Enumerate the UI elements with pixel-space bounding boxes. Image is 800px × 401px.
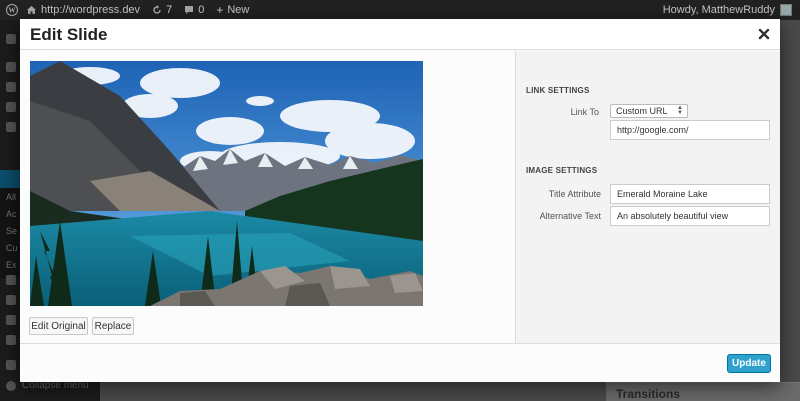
- sidebar-submenu: All Ac Se Cu Ex: [0, 188, 20, 278]
- wordpress-logo-icon[interactable]: W: [6, 4, 18, 16]
- settings-icon: [6, 335, 16, 345]
- close-icon[interactable]: [757, 27, 771, 41]
- media-icon: [6, 82, 16, 92]
- tools-icon: [6, 275, 16, 285]
- submenu-item: Cu: [6, 243, 18, 253]
- site-link[interactable]: http://wordpress.dev: [26, 4, 140, 16]
- svg-text:W: W: [9, 7, 16, 15]
- edit-original-button[interactable]: Edit Original: [29, 317, 88, 335]
- link-settings-heading: LINK SETTINGS: [526, 86, 590, 95]
- transitions-panel: Transitions: [606, 382, 800, 401]
- comment-icon: [185, 6, 194, 14]
- howdy-text: Howdy, MatthewRuddy: [662, 4, 775, 16]
- pages-icon: [6, 102, 16, 112]
- pin-icon: [6, 62, 16, 72]
- replace-button[interactable]: Replace: [92, 317, 134, 335]
- edit-slide-modal: Edit Slide Edit Original Replace LINK SE…: [20, 19, 780, 382]
- users-icon: [6, 315, 16, 325]
- comments-link[interactable]: 0: [184, 4, 204, 16]
- image-settings-heading: IMAGE SETTINGS: [526, 166, 598, 175]
- slide-image-preview: [30, 61, 423, 306]
- plugins-icon: [6, 295, 16, 305]
- collapse-icon: [6, 380, 16, 391]
- settings-panel: LINK SETTINGS Link To Custom URL ▲▼ IMAG…: [515, 51, 780, 343]
- refresh-icon: [153, 5, 161, 14]
- alternative-text-input[interactable]: [610, 206, 770, 226]
- slider-icon: [6, 360, 16, 370]
- submenu-item: All: [6, 192, 17, 202]
- admin-bar: W http://wordpress.dev 7 0 + New Howdy, …: [0, 0, 800, 20]
- modal-footer: Update: [20, 343, 780, 382]
- title-attribute-input[interactable]: [610, 184, 770, 204]
- dashboard-icon: [6, 34, 16, 44]
- submenu-item: Ex: [6, 260, 17, 270]
- link-to-select[interactable]: Custom URL ▲ ▼: [610, 104, 688, 118]
- account-menu[interactable]: Howdy, MatthewRuddy: [663, 4, 792, 16]
- modal-title: Edit Slide: [30, 25, 108, 44]
- updates-link[interactable]: 7: [152, 4, 172, 16]
- comments-icon: [6, 122, 16, 132]
- title-attribute-label: Title Attribute: [548, 189, 601, 199]
- updates-count: 7: [166, 4, 173, 16]
- submenu-item: Ac: [6, 209, 17, 219]
- transitions-title: Transitions: [616, 387, 681, 401]
- comments-count: 0: [198, 4, 205, 16]
- avatar: [780, 4, 792, 16]
- new-label: New: [227, 4, 250, 16]
- submenu-item: Se: [6, 226, 18, 236]
- link-to-value: Custom URL: [616, 106, 668, 116]
- select-arrows-icon: ▲ ▼: [677, 105, 683, 116]
- alternative-text-label: Alternative Text: [539, 211, 601, 221]
- home-icon: [27, 6, 36, 14]
- site-url: http://wordpress.dev: [41, 4, 141, 16]
- modal-header: Edit Slide: [20, 19, 780, 50]
- new-content-link[interactable]: + New: [216, 3, 249, 17]
- update-button[interactable]: Update: [727, 354, 771, 373]
- sidebar-item-active: [0, 170, 20, 188]
- link-to-label: Link To: [570, 107, 599, 117]
- plus-icon: +: [216, 3, 224, 17]
- url-input[interactable]: [610, 120, 770, 140]
